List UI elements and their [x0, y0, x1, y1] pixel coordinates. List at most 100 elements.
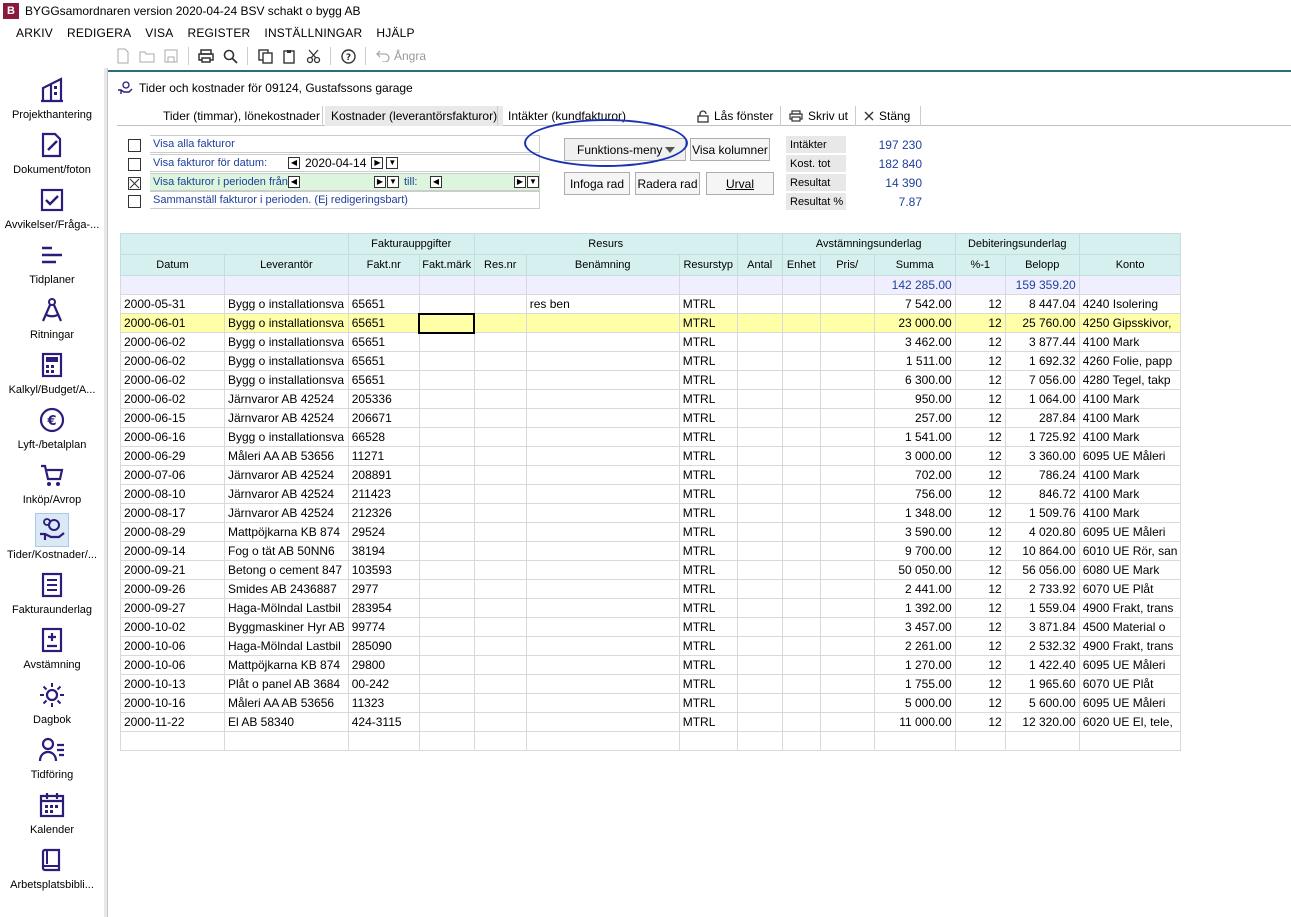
table-cell[interactable] [525, 370, 680, 390]
table-cell[interactable] [120, 731, 225, 751]
table-cell[interactable] [819, 351, 875, 371]
table-cell[interactable] [736, 579, 783, 599]
table-cell[interactable] [525, 465, 680, 485]
table-cell[interactable] [819, 617, 875, 637]
print-button[interactable]: Skriv ut [783, 106, 854, 126]
table-cell[interactable]: 6095 UE Måleri [1078, 522, 1182, 542]
table-cell[interactable]: 1 064.00 [1004, 389, 1080, 409]
table-cell[interactable] [525, 351, 680, 371]
table-cell[interactable] [819, 674, 875, 694]
column-header[interactable]: Antal [736, 254, 783, 276]
table-cell[interactable] [418, 541, 475, 561]
table-cell[interactable]: 2000-07-06 [120, 465, 225, 485]
table-cell[interactable] [736, 636, 783, 656]
table-cell[interactable] [781, 351, 821, 371]
table-cell[interactable] [781, 560, 821, 580]
table-cell[interactable]: 12 [954, 332, 1006, 352]
table-cell[interactable]: 3 457.00 [873, 617, 956, 637]
table-cell[interactable]: 6 300.00 [873, 370, 956, 390]
table-cell[interactable] [781, 389, 821, 409]
table-cell[interactable] [473, 313, 527, 333]
table-cell[interactable] [1004, 731, 1080, 751]
table-cell[interactable] [781, 617, 821, 637]
table-cell[interactable] [819, 712, 875, 732]
table-cell[interactable]: Fog o tät AB 50NN6 [224, 541, 349, 561]
table-cell[interactable]: 2000-08-10 [120, 484, 225, 504]
table-cell[interactable] [736, 522, 783, 542]
table-cell[interactable] [473, 294, 527, 314]
table-cell[interactable]: 206671 [347, 408, 420, 428]
table-cell[interactable] [736, 465, 783, 485]
table-cell[interactable]: 12 [954, 427, 1006, 447]
table-cell[interactable]: Måleri AA AB 53656 [224, 446, 349, 466]
table-cell[interactable]: 11271 [347, 446, 420, 466]
column-header[interactable]: Enhet [781, 254, 821, 276]
table-cell[interactable] [819, 693, 875, 713]
table-cell[interactable]: 12 [954, 712, 1006, 732]
column-header[interactable]: Belopp [1004, 254, 1080, 276]
table-cell[interactable]: 12 [954, 351, 1006, 371]
table-cell[interactable]: Bygg o installationsva [224, 332, 349, 352]
table-row[interactable]: 2000-08-29 Mattpöjkarna KB 874 29524 MTRL 3 … [120, 522, 1182, 542]
table-row[interactable]: 2000-06-02 Bygg o installationsva 65651 MTR… [120, 370, 1182, 390]
table-cell[interactable]: 11 000.00 [873, 712, 956, 732]
table-row[interactable]: 2000-10-13 Plåt o panel AB 3684 00-242 MTRL… [120, 674, 1182, 694]
table-cell[interactable]: 6095 UE Måleri [1078, 446, 1182, 466]
table-cell[interactable] [781, 313, 821, 333]
table-cell[interactable]: MTRL [678, 522, 738, 542]
period-to-prev-button[interactable]: ◀ [430, 176, 442, 188]
visa-datum-checkbox[interactable] [128, 158, 141, 171]
infoga-rad-button[interactable]: Infoga rad [564, 172, 630, 195]
table-cell[interactable] [736, 503, 783, 523]
lock-window-button[interactable]: Lås fönster [691, 106, 779, 126]
table-cell[interactable] [873, 731, 956, 751]
table-cell[interactable]: 2000-10-06 [120, 636, 225, 656]
table-cell[interactable]: 4500 Material o [1078, 617, 1182, 637]
table-cell[interactable]: 25 760.00 [1004, 313, 1080, 333]
column-header[interactable]: Benämning [525, 254, 680, 276]
table-cell[interactable] [418, 332, 475, 352]
table-cell[interactable] [473, 408, 527, 428]
table-cell[interactable] [473, 579, 527, 599]
table-row[interactable]: 2000-06-01 Bygg o installationsva 65651 MTR… [120, 312, 1182, 334]
table-cell[interactable]: 12 [954, 636, 1006, 656]
table-cell[interactable]: MTRL [678, 655, 738, 675]
table-cell[interactable] [954, 731, 1006, 751]
column-header[interactable]: Pris/ [819, 254, 875, 276]
table-cell[interactable]: 786.24 [1004, 465, 1080, 485]
table-cell[interactable]: 1 559.04 [1004, 598, 1080, 618]
table-cell[interactable] [418, 579, 475, 599]
table-cell[interactable]: 1 725.92 [1004, 427, 1080, 447]
table-cell[interactable]: 12 [954, 598, 1006, 618]
visa-perioden-checkbox[interactable] [128, 177, 141, 190]
table-cell[interactable] [819, 484, 875, 504]
table-cell[interactable] [525, 712, 680, 732]
table-cell[interactable] [781, 370, 821, 390]
table-cell[interactable]: 7 542.00 [873, 294, 956, 314]
table-cell[interactable]: 4260 Folie, papp [1078, 351, 1182, 371]
table-cell[interactable]: 12 [954, 693, 1006, 713]
table-cell[interactable]: MTRL [678, 294, 738, 314]
table-cell[interactable]: Bygg o installationsva [224, 351, 349, 371]
table-cell[interactable] [736, 617, 783, 637]
table-cell[interactable]: 285090 [347, 636, 420, 656]
table-cell[interactable]: 2000-06-02 [120, 370, 225, 390]
sidebar-item-inkop[interactable]: Inköp/Avrop [0, 458, 104, 513]
table-cell[interactable]: 212326 [347, 503, 420, 523]
table-cell[interactable]: Haga-Mölndal Lastbil [224, 636, 349, 656]
sidebar-item-fakturaunderlag[interactable]: Fakturaunderlag [0, 568, 104, 623]
table-cell[interactable]: 12 [954, 522, 1006, 542]
table-cell[interactable]: 2000-10-02 [120, 617, 225, 637]
table-cell[interactable]: 287.84 [1004, 408, 1080, 428]
table-cell[interactable]: Plåt o panel AB 3684 [224, 674, 349, 694]
table-cell[interactable] [678, 731, 738, 751]
table-cell[interactable]: MTRL [678, 560, 738, 580]
table-cell[interactable]: MTRL [678, 503, 738, 523]
table-row[interactable]: 2000-08-17 Järnvaror AB 42524 212326 MTRL 1 … [120, 503, 1182, 523]
table-cell[interactable]: 257.00 [873, 408, 956, 428]
table-cell[interactable] [473, 465, 527, 485]
column-header[interactable]: Resurstyp [678, 254, 738, 276]
table-cell[interactable] [418, 503, 475, 523]
table-row[interactable]: 2000-06-29 Måleri AA AB 53656 11271 MTRL 3 0… [120, 446, 1182, 466]
table-cell[interactable] [781, 674, 821, 694]
